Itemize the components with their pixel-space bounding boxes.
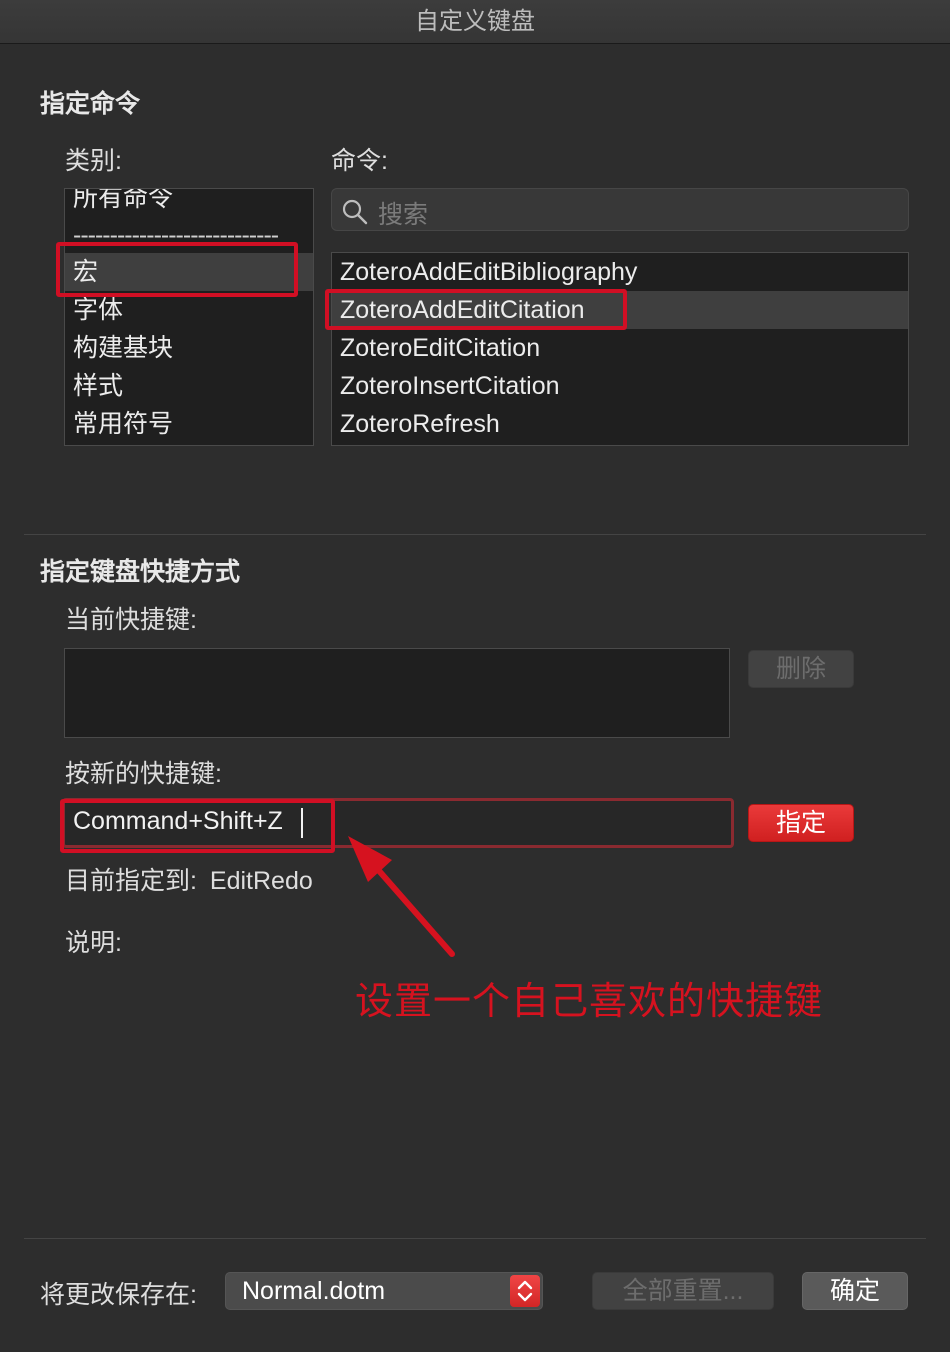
window-titlebar[interactable]: 自定义键盘: [0, 0, 950, 44]
command-item[interactable]: ZoteroInsertCitation: [332, 367, 908, 405]
category-item-common-symbols[interactable]: 常用符号: [65, 405, 313, 443]
category-item-all-commands[interactable]: 所有命令: [65, 189, 313, 217]
new-key-highlight-box: [60, 799, 335, 853]
command-search-field[interactable]: 搜索: [331, 188, 909, 231]
assigned-to-value: EditRedo: [209, 867, 313, 895]
command-highlight-box: [325, 289, 627, 330]
remove-button[interactable]: 删除: [748, 650, 854, 688]
save-in-value: Normal.dotm: [242, 1277, 386, 1305]
assigned-to-label: 目前指定到:: [65, 867, 197, 895]
category-label: 类别:: [65, 147, 122, 175]
chevron-up-down-icon: [510, 1275, 540, 1307]
current-keys-label: 当前快捷键:: [65, 606, 197, 634]
category-highlight-box: [56, 242, 298, 297]
annotation-text: 设置一个自己喜欢的快捷键: [355, 981, 824, 1023]
command-list[interactable]: ZoteroAddEditBibliography ZoteroAddEditC…: [331, 252, 909, 446]
reset-all-button[interactable]: 全部重置...: [592, 1272, 774, 1310]
assign-command-heading: 指定命令: [40, 90, 141, 118]
category-list[interactable]: 所有命令 ---------------------------- 宏 字体 构…: [64, 188, 314, 446]
ok-button[interactable]: 确定: [802, 1272, 908, 1310]
category-item-styles[interactable]: 样式: [65, 367, 313, 405]
command-item[interactable]: ZoteroRefresh: [332, 405, 908, 443]
window-title: 自定义键盘: [415, 8, 535, 35]
annotation-arrow-icon: [348, 836, 455, 957]
save-in-select[interactable]: Normal.dotm: [225, 1272, 543, 1310]
section-divider: [24, 534, 926, 535]
assign-button[interactable]: 指定: [748, 804, 854, 842]
command-label: 命令:: [331, 147, 388, 175]
search-placeholder: 搜索: [378, 201, 429, 229]
assigned-to-row: 目前指定到: EditRedo: [65, 861, 313, 897]
search-icon: [342, 199, 368, 225]
footer-divider: [24, 1238, 926, 1239]
new-key-label: 按新的快捷键:: [65, 760, 222, 788]
category-item-building-blocks[interactable]: 构建基块: [65, 329, 313, 367]
assign-shortcut-heading: 指定键盘快捷方式: [40, 558, 241, 586]
save-in-label: 将更改保存在:: [40, 1281, 197, 1309]
current-keys-list[interactable]: [64, 648, 730, 738]
command-item[interactable]: ZoteroEditCitation: [332, 329, 908, 367]
description-label: 说明:: [65, 929, 122, 957]
command-item[interactable]: ZoteroAddEditBibliography: [332, 253, 908, 291]
